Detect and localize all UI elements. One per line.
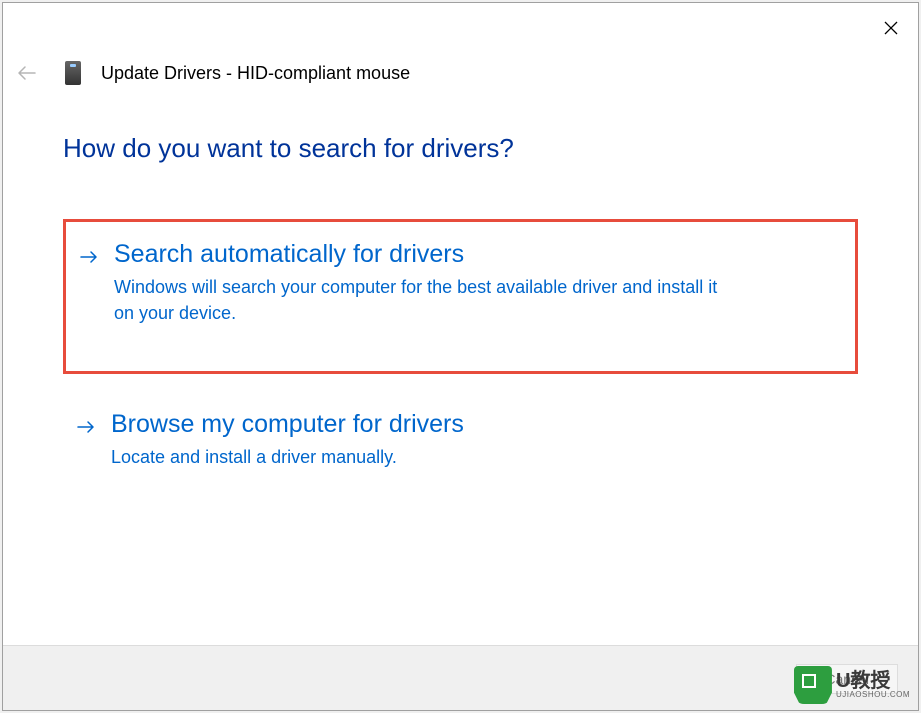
question-heading: How do you want to search for drivers?	[63, 133, 858, 164]
watermark: U教授 UJIAOSHOU.COM	[794, 666, 910, 704]
option-text-wrapper: Browse my computer for drivers Locate an…	[111, 410, 828, 470]
close-icon	[884, 21, 898, 35]
watermark-brand: U教授	[836, 671, 910, 691]
window-title: Update Drivers - HID-compliant mouse	[101, 63, 410, 84]
watermark-url: UJIAOSHOU.COM	[836, 691, 910, 699]
dialog-header: Update Drivers - HID-compliant mouse	[3, 3, 918, 85]
arrow-right-icon	[80, 250, 98, 269]
back-button[interactable]	[17, 63, 37, 83]
update-drivers-dialog: Update Drivers - HID-compliant mouse How…	[2, 2, 919, 711]
option-auto-title: Search automatically for drivers	[114, 240, 825, 269]
option-auto-description: Windows will search your computer for th…	[114, 274, 734, 326]
option-browse-description: Locate and install a driver manually.	[111, 444, 731, 470]
option-text-wrapper: Search automatically for drivers Windows…	[114, 240, 825, 326]
arrow-left-icon	[17, 65, 37, 81]
device-icon	[65, 61, 81, 85]
close-button[interactable]	[876, 13, 906, 43]
option-search-automatically[interactable]: Search automatically for drivers Windows…	[63, 219, 858, 374]
option-browse-computer[interactable]: Browse my computer for drivers Locate an…	[63, 392, 858, 492]
dialog-footer: Cancel U教授 UJIAOSHOU.COM	[3, 645, 918, 710]
watermark-text: U教授 UJIAOSHOU.COM	[836, 671, 910, 699]
dialog-content: How do you want to search for drivers? S…	[3, 85, 918, 645]
watermark-badge-icon	[794, 666, 832, 704]
arrow-right-icon	[77, 420, 95, 439]
option-browse-title: Browse my computer for drivers	[111, 410, 828, 439]
